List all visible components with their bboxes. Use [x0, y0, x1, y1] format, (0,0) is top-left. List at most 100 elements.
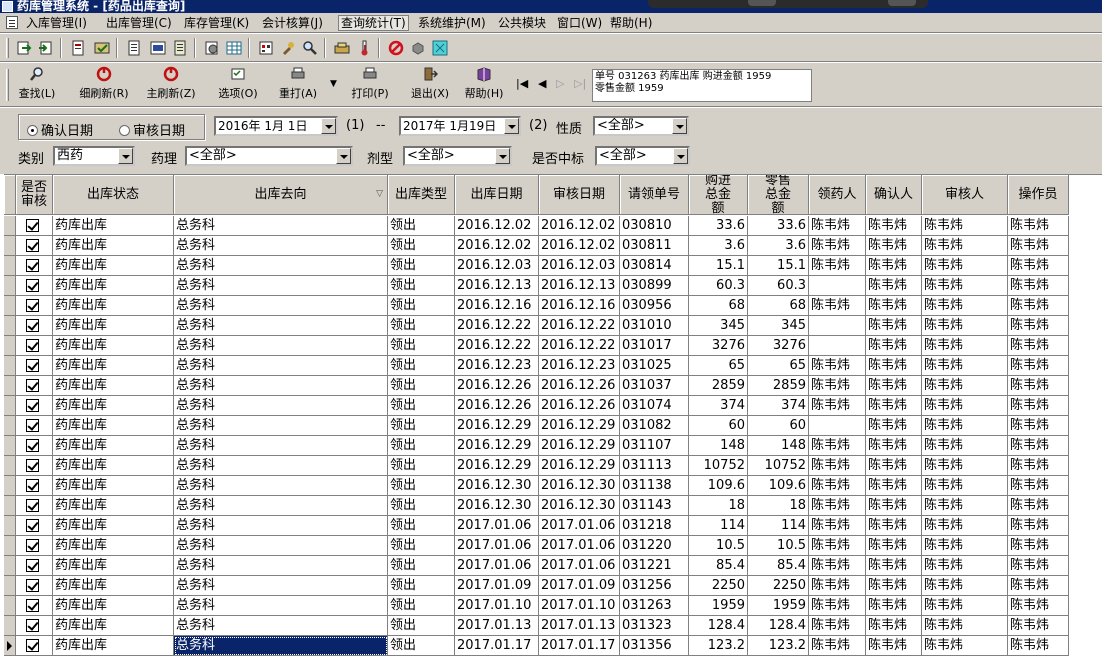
cell-audit-date[interactable]: 2017.01.06: [539, 556, 620, 576]
cell-auditor[interactable]: 陈韦炜: [922, 236, 1008, 256]
cell-purchase-total[interactable]: 3276: [689, 336, 748, 356]
cell-auditor[interactable]: 陈韦炜: [922, 536, 1008, 556]
cell-type[interactable]: 领出: [388, 276, 455, 296]
cell-confirmer[interactable]: 陈韦炜: [866, 296, 922, 316]
cell-destination[interactable]: 总务科: [174, 536, 388, 556]
cell-type[interactable]: 领出: [388, 476, 455, 496]
cell-type[interactable]: 领出: [388, 336, 455, 356]
cell-confirmer[interactable]: 陈韦炜: [866, 476, 922, 496]
col-header-request-no[interactable]: 请领单号: [620, 175, 689, 215]
cell-retail-total[interactable]: 68: [748, 296, 809, 316]
cell-status[interactable]: 药库出库: [53, 496, 174, 516]
cell-retail-total[interactable]: 10752: [748, 456, 809, 476]
menu-inventory[interactable]: 库存管理(K): [182, 15, 251, 31]
cell-confirmer[interactable]: 陈韦炜: [866, 256, 922, 276]
dropdown-arrow-icon[interactable]: [118, 148, 133, 164]
cell-purchase-total[interactable]: 85.4: [689, 556, 748, 576]
table-row[interactable]: 药库出库 总务科 领出 2016.12.02 2016.12.02 030810 33.6 3…: [4, 216, 1102, 236]
cell-type[interactable]: 领出: [388, 576, 455, 596]
audited-checkbox[interactable]: [26, 239, 39, 252]
audited-checkbox-cell[interactable]: [16, 416, 53, 436]
cell-receiver[interactable]: 陈韦炜: [809, 576, 866, 596]
find-button[interactable]: 查找(L): [14, 66, 60, 104]
cell-retail-total[interactable]: 15.1: [748, 256, 809, 276]
menu-common[interactable]: 公共模块: [496, 15, 548, 31]
prev-record-icon[interactable]: ◀: [538, 77, 546, 90]
cell-audit-date[interactable]: 2016.12.16: [539, 296, 620, 316]
cell-destination[interactable]: 总务科: [174, 636, 388, 656]
table-row[interactable]: 药库出库 总务科 领出 2016.12.02 2016.12.02 030811 3.6 3.…: [4, 236, 1102, 256]
menu-help[interactable]: 帮助(H): [608, 15, 654, 31]
cell-receiver[interactable]: 陈韦炜: [809, 216, 866, 236]
audited-checkbox-cell[interactable]: [16, 516, 53, 536]
cell-audit-date[interactable]: 2017.01.06: [539, 536, 620, 556]
cell-status[interactable]: 药库出库: [53, 536, 174, 556]
cell-operator[interactable]: 陈韦炜: [1008, 576, 1069, 596]
audited-checkbox[interactable]: [26, 279, 39, 292]
strip-control-left[interactable]: [748, 0, 776, 6]
audited-checkbox[interactable]: [26, 379, 39, 392]
cell-request-no[interactable]: 030956: [620, 296, 689, 316]
cell-out-date[interactable]: 2017.01.06: [455, 516, 539, 536]
col-header-status[interactable]: 出库状态: [53, 175, 174, 215]
cell-confirmer[interactable]: 陈韦炜: [866, 416, 922, 436]
dropdown-arrow-icon[interactable]: [321, 118, 336, 134]
cell-retail-total[interactable]: 18: [748, 496, 809, 516]
audited-checkbox-cell[interactable]: [16, 576, 53, 596]
audited-checkbox[interactable]: [26, 599, 39, 612]
cell-auditor[interactable]: 陈韦炜: [922, 396, 1008, 416]
col-header-destination[interactable]: 出库去向: [174, 175, 388, 215]
cell-destination[interactable]: 总务科: [174, 236, 388, 256]
menu-window[interactable]: 窗口(W): [555, 15, 604, 31]
cell-status[interactable]: 药库出库: [53, 256, 174, 276]
cell-type[interactable]: 领出: [388, 436, 455, 456]
toolbar-grip[interactable]: [6, 69, 9, 101]
cell-auditor[interactable]: 陈韦炜: [922, 516, 1008, 536]
cell-operator[interactable]: 陈韦炜: [1008, 596, 1069, 616]
cell-type[interactable]: 领出: [388, 496, 455, 516]
cell-purchase-total[interactable]: 10752: [689, 456, 748, 476]
audited-checkbox[interactable]: [26, 579, 39, 592]
cell-confirmer[interactable]: 陈韦炜: [866, 316, 922, 336]
cell-request-no[interactable]: 030899: [620, 276, 689, 296]
search-icon[interactable]: [302, 40, 318, 56]
cell-retail-total[interactable]: 65: [748, 356, 809, 376]
cell-type[interactable]: 领出: [388, 256, 455, 276]
col-header-auditor[interactable]: 审核人: [922, 175, 1008, 215]
audited-checkbox-cell[interactable]: [16, 436, 53, 456]
audited-checkbox-cell[interactable]: [16, 476, 53, 496]
table-row[interactable]: 药库出库 总务科 领出 2017.01.06 2017.01.06 031221 85.4 8…: [4, 556, 1102, 576]
cell-status[interactable]: 药库出库: [53, 476, 174, 496]
cell-purchase-total[interactable]: 123.2: [689, 636, 748, 656]
cell-status[interactable]: 药库出库: [53, 636, 174, 656]
cell-out-date[interactable]: 2017.01.06: [455, 536, 539, 556]
cell-retail-total[interactable]: 2859: [748, 376, 809, 396]
cell-auditor[interactable]: 陈韦炜: [922, 376, 1008, 396]
cell-receiver[interactable]: 陈韦炜: [809, 376, 866, 396]
cell-request-no[interactable]: 031025: [620, 356, 689, 376]
col-header-audited[interactable]: 是否审核: [16, 175, 53, 215]
cell-out-date[interactable]: 2016.12.30: [455, 496, 539, 516]
cell-status[interactable]: 药库出库: [53, 596, 174, 616]
cell-receiver[interactable]: 陈韦炜: [809, 476, 866, 496]
col-header-out-date[interactable]: 出库日期: [455, 175, 539, 215]
cell-operator[interactable]: 陈韦炜: [1008, 636, 1069, 656]
cell-destination[interactable]: 总务科: [174, 576, 388, 596]
audited-checkbox[interactable]: [26, 399, 39, 412]
cell-destination[interactable]: 总务科: [174, 276, 388, 296]
table-row[interactable]: 药库出库 总务科 领出 2017.01.10 2017.01.10 031263 1959 1…: [4, 596, 1102, 616]
cell-purchase-total[interactable]: 2859: [689, 376, 748, 396]
table-row[interactable]: 药库出库 总务科 领出 2016.12.29 2016.12.29 031113 10752…: [4, 456, 1102, 476]
cell-confirmer[interactable]: 陈韦炜: [866, 456, 922, 476]
col-header-operator[interactable]: 操作员: [1008, 175, 1069, 215]
audited-checkbox-cell[interactable]: [16, 376, 53, 396]
audited-checkbox-cell[interactable]: [16, 276, 53, 296]
cell-auditor[interactable]: 陈韦炜: [922, 496, 1008, 516]
cell-auditor[interactable]: 陈韦炜: [922, 576, 1008, 596]
cell-status[interactable]: 药库出库: [53, 616, 174, 636]
cell-request-no[interactable]: 031113: [620, 456, 689, 476]
cell-retail-total[interactable]: 3.6: [748, 236, 809, 256]
cell-purchase-total[interactable]: 114: [689, 516, 748, 536]
cell-type[interactable]: 领出: [388, 236, 455, 256]
toolbar-grip[interactable]: [6, 38, 9, 58]
